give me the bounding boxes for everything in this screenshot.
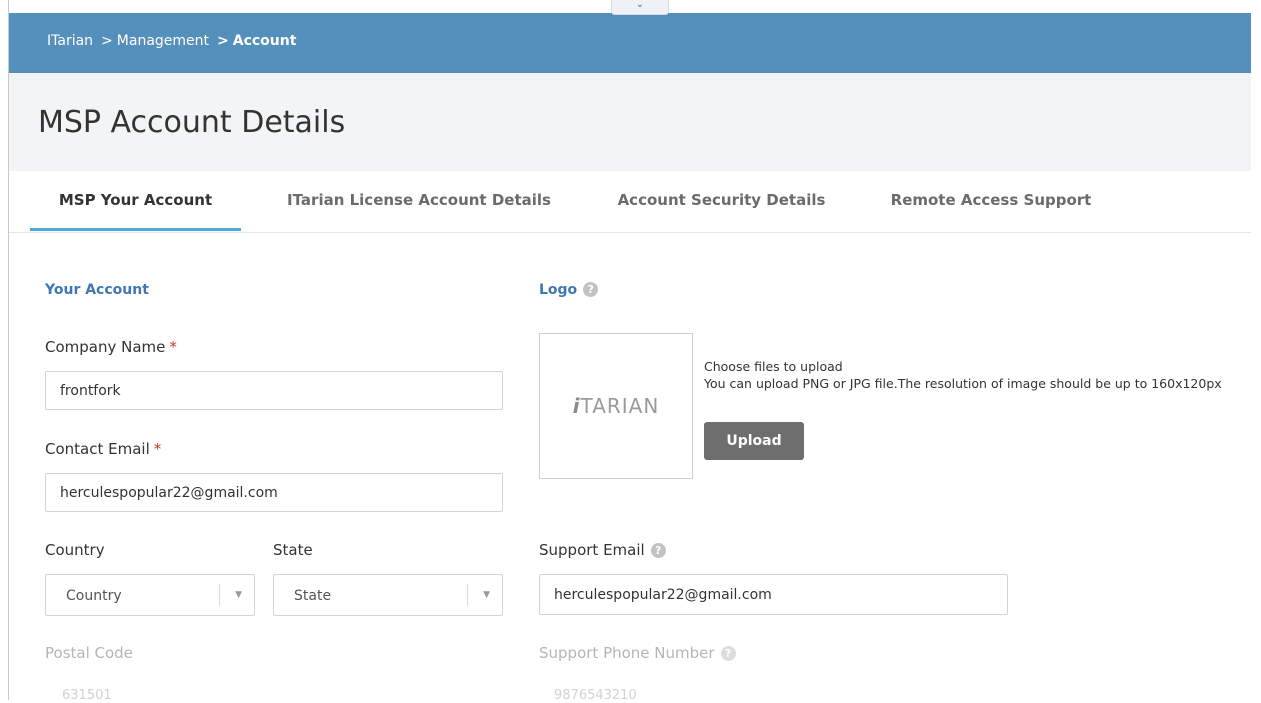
state-select-value: State	[294, 588, 332, 604]
upload-hint-text: You can upload PNG or JPG file.The resol…	[704, 376, 1222, 391]
breadcrumb-item-current: Account	[232, 33, 297, 49]
upload-hint: Choose files to upload You can upload PN…	[704, 358, 1222, 392]
collapse-toggle[interactable]: ⌄	[611, 0, 669, 15]
breadcrumb-item-management[interactable]: Management	[117, 33, 209, 49]
breadcrumb: ITarian > Management > Account	[47, 33, 300, 49]
company-name-label: Company Name *	[45, 338, 177, 356]
question-circle-icon[interactable]: ?	[583, 282, 599, 297]
required-asterisk: *	[153, 440, 162, 458]
logo-mark: i	[572, 394, 581, 418]
support-phone-label-text: Support Phone Number	[539, 644, 715, 662]
state-select[interactable]: State ▼	[273, 574, 503, 616]
page-header: MSP Account Details	[9, 73, 1252, 171]
caret-down-icon: ▼	[235, 590, 242, 600]
country-select[interactable]: Country ▼	[45, 574, 255, 616]
state-label: State	[273, 541, 313, 559]
support-email-input[interactable]	[539, 574, 1008, 615]
country-select-value: Country	[66, 588, 122, 604]
breadcrumb-separator: >	[217, 33, 229, 49]
country-label: Country	[45, 541, 105, 559]
required-asterisk: *	[169, 338, 177, 356]
right-edge	[1251, 0, 1261, 700]
support-phone-value[interactable]: 9876543210	[554, 688, 637, 703]
tab-account-security-details[interactable]: Account Security Details	[609, 171, 834, 231]
postal-code-label: Postal Code	[45, 644, 133, 662]
company-name-label-text: Company Name	[45, 338, 166, 356]
breadcrumb-item-root[interactable]: ITarian	[47, 33, 93, 49]
logo-wordmark: TARIAN	[580, 394, 660, 418]
your-account-heading: Your Account	[45, 282, 149, 298]
caret-down-icon: ▼	[483, 590, 490, 600]
left-edge	[0, 0, 9, 700]
contact-email-input[interactable]	[45, 473, 503, 512]
breadcrumb-separator: >	[101, 33, 113, 49]
select-divider	[467, 584, 468, 606]
tab-remote-access-support[interactable]: Remote Access Support	[885, 171, 1097, 231]
itarian-logo: iTARIAN	[540, 394, 692, 418]
chevron-down-icon: ⌄	[635, 0, 645, 10]
contact-email-label-text: Contact Email	[45, 440, 150, 458]
support-email-label: Support Email?	[539, 541, 666, 559]
top-header-bar: ITarian > Management > Account	[9, 13, 1252, 73]
tab-itarian-license-account-details[interactable]: ITarian License Account Details	[279, 171, 559, 231]
tab-msp-your-account[interactable]: MSP Your Account	[30, 171, 241, 231]
postal-code-value[interactable]: 631501	[62, 688, 112, 703]
contact-email-label: Contact Email *	[45, 440, 161, 458]
logo-preview: iTARIAN	[539, 333, 693, 479]
upload-button[interactable]: Upload	[704, 422, 804, 460]
question-circle-icon[interactable]: ?	[720, 646, 736, 661]
upload-hint-title: Choose files to upload	[704, 359, 843, 374]
question-circle-icon[interactable]: ?	[650, 543, 666, 558]
page-title: MSP Account Details	[38, 105, 346, 140]
support-email-label-text: Support Email	[539, 541, 645, 559]
tab-bar: MSP Your Account ITarian License Account…	[9, 171, 1252, 233]
select-divider	[219, 584, 220, 606]
logo-heading: Logo?	[539, 282, 599, 298]
support-phone-label: Support Phone Number?	[539, 644, 736, 662]
company-name-input[interactable]	[45, 371, 503, 410]
logo-heading-text: Logo	[539, 282, 578, 298]
